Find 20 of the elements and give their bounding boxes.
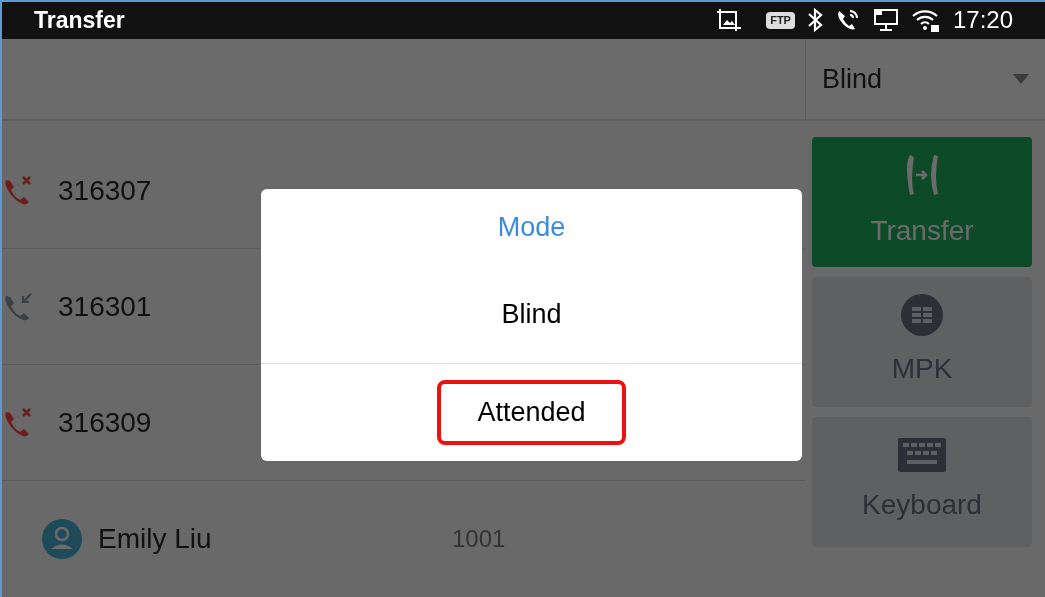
call-name: Emily Liu <box>98 522 213 556</box>
call-name: 316309 <box>58 405 153 440</box>
mode-dropdown[interactable]: Blind <box>805 38 1045 119</box>
call-name: 316307 <box>58 173 153 208</box>
wifi-icon <box>910 7 941 34</box>
screenshot-icon <box>716 8 743 33</box>
call-name: 316301 <box>58 289 153 324</box>
bluetooth-icon <box>806 7 823 34</box>
mode-option[interactable]: Attended <box>437 380 626 445</box>
ftp-badge: FTP <box>766 12 795 29</box>
clock-time: 17:20 <box>952 5 1013 36</box>
grid-circle-icon <box>901 294 943 336</box>
person-avatar-icon <box>42 519 82 559</box>
mode-option[interactable]: Blind <box>461 282 602 347</box>
monitor-icon <box>872 7 899 34</box>
keyboard-icon <box>898 438 946 472</box>
dropdown-caret-icon <box>1013 73 1029 84</box>
transfer-button[interactable]: Transfer <box>812 137 1032 267</box>
screen-title: Transfer <box>34 6 125 36</box>
dialog-title: Mode <box>496 211 567 245</box>
